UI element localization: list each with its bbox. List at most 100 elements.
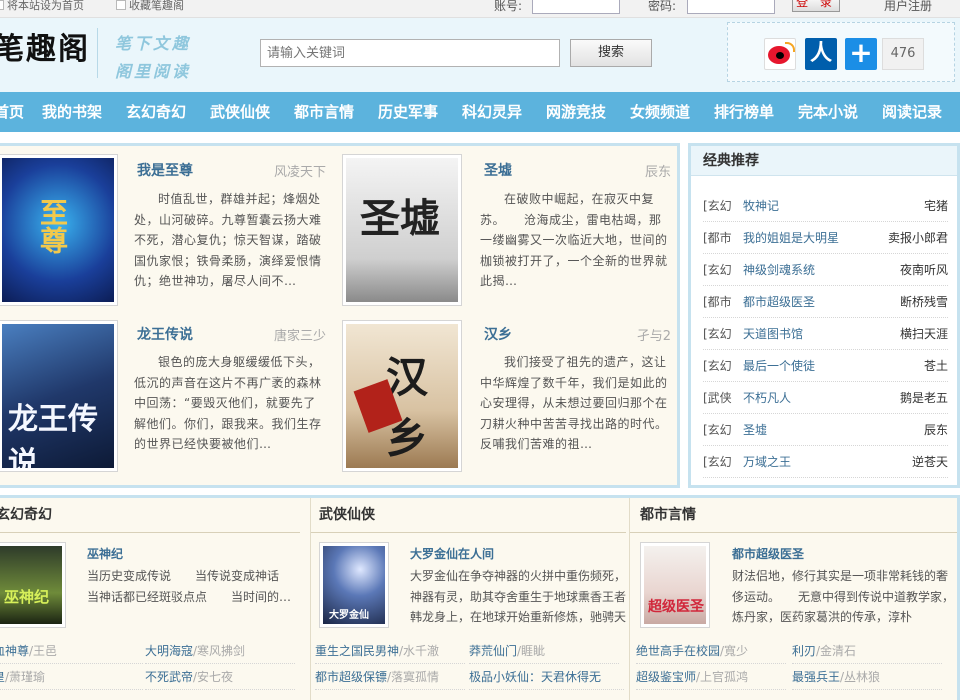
recommend-author[interactable]: 鹅是老五 (900, 382, 948, 414)
book-author[interactable]: 孑与2 (571, 325, 671, 344)
list-item[interactable]: 利刃/金清石 (792, 638, 942, 664)
book-cover[interactable]: 圣墟 (342, 154, 462, 306)
category-sections: 玄幻奇幻 巫神纪 巫神纪 当历史变成传说 当传说变成神话 当神话都已经斑驳点点 … (0, 495, 960, 700)
recommend-book-link[interactable]: 天道图书馆 (743, 318, 803, 350)
nav-ranking[interactable]: 排行榜单 (714, 92, 774, 132)
book-description: 我们接受了祖先的遗产，这让中华辉煌了数千年，我们是如此的心安理得，从未想过要回归… (480, 355, 668, 451)
plus-share-icon[interactable]: + (845, 38, 877, 70)
nav-finished[interactable]: 完本小说 (798, 92, 858, 132)
book-thumbnail[interactable]: 超级医圣 (640, 542, 710, 628)
book-cover[interactable]: 至尊 (0, 154, 118, 306)
recommend-row: [玄幻 最后一个使徒 苍土 (703, 350, 948, 382)
section-heading: 玄幻奇幻 (0, 498, 300, 533)
list-item[interactable]: 不死武帝/安七夜 (145, 664, 295, 690)
book-title[interactable]: 我是至尊 (137, 160, 193, 180)
bookmark-icon (116, 0, 126, 10)
book-title[interactable]: 龙王传说 (137, 324, 193, 344)
nav-xuanhuan[interactable]: 玄幻奇幻 (126, 92, 186, 132)
list-item[interactable]: 最强兵王/丛林狼 (792, 664, 942, 690)
top-bar: 将本站设为首页 收藏笔趣阁 账号: 密码: 登 录 用户注册 (0, 0, 960, 18)
recommend-author[interactable]: 横扫天涯 (900, 318, 948, 350)
list-item[interactable]: 都市超级保镖/落寞孤情 (315, 664, 465, 690)
featured-books: 至尊 我是至尊 风凌天下 时值乱世，群雄并起；烽烟处处，山河破碎。九尊暂囊云扬大… (0, 143, 680, 488)
renren-icon[interactable]: 人 (805, 38, 837, 70)
recommend-book-link[interactable]: 不朽凡人 (743, 382, 791, 414)
search-input[interactable] (260, 39, 560, 67)
logo-divider (97, 28, 98, 78)
book-thumbnail[interactable]: 巫神纪 (0, 542, 66, 628)
list-item[interactable]: 血神尊/王邑 (0, 638, 143, 664)
recommend-row: [玄幻 天道图书馆 横扫天涯 (703, 318, 948, 350)
book-cover[interactable]: 龙王传说 (0, 320, 118, 472)
recommend-author[interactable]: 夜南听风 (900, 254, 948, 286)
home-icon (0, 0, 4, 10)
list-item[interactable]: 极品小妖仙：天君休得无 (469, 664, 624, 690)
book-description: 在破败中崛起，在寂灭中复苏。 沧海成尘，雷电枯竭，那一缕幽雾又一次临近大地，世间… (480, 192, 668, 288)
list-item[interactable]: 超级鉴宝师/上官孤鸿 (636, 664, 786, 690)
recommend-book-link[interactable]: 万域之王 (743, 446, 791, 478)
book-description: 财法侣地，修行其实是一项非常耗钱的奢侈运动。 无意中得到传说中道教学家，炼丹家，… (732, 569, 955, 624)
recommend-author[interactable]: 卖报小郎君 (888, 222, 948, 254)
password-input[interactable] (687, 0, 775, 14)
recommend-book-link[interactable]: 神级剑魂系统 (743, 254, 815, 286)
recommend-author[interactable]: 逆苍天 (912, 446, 948, 478)
account-label: 账号: (494, 0, 523, 13)
book-thumbnail[interactable]: 大罗金仙 (319, 542, 389, 628)
book-title[interactable]: 圣墟 (484, 160, 512, 180)
book-description: 当历史变成传说 当传说变成神话 当神话都已经斑驳点点 当时间的… (87, 569, 304, 604)
book-cover[interactable]: 汉乡 (342, 320, 462, 472)
slogan-line-1: 笔下文趣 (115, 34, 192, 53)
recommend-author[interactable]: 苍土 (924, 350, 948, 382)
main-nav: 首页 我的书架 玄幻奇幻 武侠仙侠 都市言情 历史军事 科幻灵异 网游竞技 女频… (0, 92, 960, 132)
book-title[interactable]: 巫神纪 (87, 545, 123, 562)
bookmark-link[interactable]: 收藏笔趣阁 (116, 0, 184, 12)
list-item[interactable]: 重生之国民男神/水千澈 (315, 638, 465, 664)
list-item[interactable]: 皇/萧瑾瑜 (0, 664, 143, 690)
book-description: 银色的庞大身躯缓缓低下头，低沉的声音在这片不再广袤的森林中回荡：“要毁灭他们，就… (134, 355, 322, 451)
book-title[interactable]: 都市超级医圣 (732, 545, 804, 562)
account-input[interactable] (532, 0, 620, 14)
register-link[interactable]: 用户注册 (884, 0, 932, 14)
share-count: 476 (882, 38, 924, 70)
nav-wangyou[interactable]: 网游竞技 (546, 92, 606, 132)
book-author[interactable]: 唐家三少 (226, 325, 326, 344)
set-homepage-link[interactable]: 将本站设为首页 (0, 0, 84, 12)
recommend-book-link[interactable]: 我的姐姐是大明星 (743, 222, 839, 254)
book-description: 时值乱世，群雄并起；烽烟处处，山河破碎。九尊暂囊云扬大难不死，潜心复仇；惊天智谋… (134, 192, 322, 288)
nav-dushi[interactable]: 都市言情 (294, 92, 354, 132)
nav-history[interactable]: 阅读记录 (882, 92, 942, 132)
recommend-book-link[interactable]: 牧神记 (743, 190, 779, 222)
share-box: 人 + 476 (727, 22, 955, 82)
recommend-row: [都市 都市超级医圣 断桥残雪 (703, 286, 948, 318)
list-item[interactable]: 大明海寇/寒风拂剑 (145, 638, 295, 664)
slogan-line-2: 阁里阅读 (115, 62, 192, 81)
weibo-icon[interactable] (764, 38, 796, 70)
recommend-author[interactable]: 宅猪 (924, 190, 948, 222)
book-description: 大罗金仙在争夺神器的火拼中重伤频死，神器有灵，助其夺舍重生于地球熏香王者韩龙身上… (410, 569, 627, 624)
book-title[interactable]: 汉乡 (484, 324, 512, 344)
recommend-row: [玄幻 万域之王 逆苍天 (703, 446, 948, 478)
list-item[interactable]: 绝世高手在校园/寬少 (636, 638, 786, 664)
recommend-book-link[interactable]: 圣墟 (743, 414, 767, 446)
recommend-author[interactable]: 辰东 (924, 414, 948, 446)
nav-lishi[interactable]: 历史军事 (378, 92, 438, 132)
search-button[interactable]: 搜索 (570, 39, 652, 67)
site-logo[interactable]: 笔趣阁 (0, 24, 90, 68)
recommend-row: [玄幻 神级剑魂系统 夜南听风 (703, 254, 948, 286)
recommend-author[interactable]: 断桥残雪 (900, 286, 948, 318)
recommend-row: [都市 我的姐姐是大明星 卖报小郎君 (703, 222, 948, 254)
book-author[interactable]: 风凌天下 (226, 161, 326, 180)
nav-home[interactable]: 首页 (0, 92, 24, 132)
nav-wuxia[interactable]: 武侠仙侠 (210, 92, 270, 132)
list-item[interactable]: 莽荒仙门/睚眦 (469, 638, 619, 664)
password-label: 密码: (648, 0, 677, 13)
nav-bookshelf[interactable]: 我的书架 (42, 92, 102, 132)
recommend-row: [武侠 不朽凡人 鹅是老五 (703, 382, 948, 414)
book-author[interactable]: 辰东 (571, 161, 671, 180)
nav-nvpin[interactable]: 女频频道 (630, 92, 690, 132)
nav-kehuan[interactable]: 科幻灵异 (462, 92, 522, 132)
recommend-book-link[interactable]: 都市超级医圣 (743, 286, 815, 318)
login-button[interactable]: 登 录 (792, 0, 840, 12)
book-title[interactable]: 大罗金仙在人间 (410, 545, 494, 562)
recommend-book-link[interactable]: 最后一个使徒 (743, 350, 815, 382)
